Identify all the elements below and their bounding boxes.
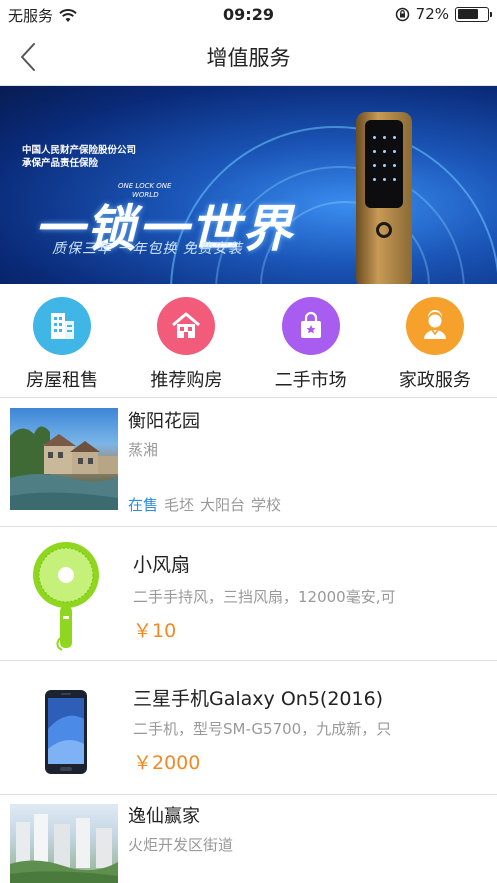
list-item[interactable]: 衡阳花园 蒸湘 在售 毛坯 大阳台 学校 [0, 399, 497, 527]
item-location: 蒸湘 [128, 441, 159, 459]
item-title: 三星手机Galaxy On5(2016) [133, 688, 384, 710]
category-house-rental[interactable]: 房屋租售 [0, 284, 124, 397]
house-icon [157, 297, 216, 355]
smart-lock-image [356, 112, 412, 284]
banner-company-line2: 承保产品责任保险 [22, 158, 99, 169]
category-recommended-homes[interactable]: 推荐购房 [124, 284, 248, 397]
item-description: 二手机，型号SM-G5700，九成新，只 [133, 720, 392, 738]
villa-photo [10, 426, 118, 510]
promo-banner[interactable]: 中国人民财产保险股份公司 承保产品责任保险 ONE LOCK ONE WORLD… [0, 86, 497, 284]
lock-fingerprint-sensor [376, 222, 392, 238]
property-thumbnail [10, 804, 118, 883]
apartment-photo [10, 814, 118, 883]
nav-bar: 增值服务 [0, 28, 497, 86]
item-price: ￥2000 [133, 752, 201, 774]
shopping-bag-icon [281, 297, 340, 355]
category-label: 房屋租售 [26, 370, 99, 391]
smartphone-photo [45, 690, 87, 774]
handheld-fan-photo [33, 542, 99, 651]
list-item[interactable]: 逸仙赢家 火炬开发区街道 [0, 796, 497, 883]
lock-keypad [365, 120, 403, 208]
fan-thumbnail [26, 538, 106, 652]
battery-level [457, 9, 479, 19]
status-tag: 在售 [128, 496, 159, 514]
property-thumbnail [10, 408, 118, 510]
housekeeper-icon [405, 297, 464, 355]
category-label: 推荐购房 [150, 370, 223, 391]
page-title: 增值服务 [206, 46, 291, 70]
item-title: 小风扇 [133, 554, 191, 576]
battery-icon [455, 6, 492, 22]
feature-tag: 毛坯 [164, 496, 195, 514]
category-label: 二手市场 [274, 370, 347, 391]
item-location: 火炬开发区街道 [128, 836, 234, 854]
list-item[interactable]: 三星手机Galaxy On5(2016) 二手机，型号SM-G5700，九成新，… [0, 662, 497, 795]
category-label: 家政服务 [398, 370, 471, 391]
item-title: 衡阳花园 [128, 411, 200, 432]
building-icon [33, 297, 92, 355]
status-right: 72% [395, 5, 492, 23]
feature-tag: 大阳台 [200, 496, 246, 514]
list-item[interactable]: 小风扇 二手手持风，三挡风扇，12000毫安,可 ￥10 [0, 528, 497, 661]
banner-company: 中国人民财产保险股份公司 承保产品责任保险 [22, 144, 136, 170]
feature-tag: 学校 [251, 496, 282, 514]
item-title: 逸仙赢家 [128, 806, 200, 827]
battery-percent: 72% [415, 5, 449, 23]
status-bar: 无服务 09:29 72% [0, 0, 497, 28]
banner-company-line1: 中国人民财产保险股份公司 [22, 145, 137, 156]
rotation-lock-icon [395, 7, 409, 21]
phone-thumbnail [44, 689, 88, 775]
banner-slogan: 质保三年 一年包换 免费安装 [52, 241, 243, 257]
category-housekeeping[interactable]: 家政服务 [373, 284, 497, 397]
item-description: 二手手持风，三挡风扇，12000毫安,可 [133, 588, 396, 606]
category-bar: 房屋租售 推荐购房 二手市场 家政服务 [0, 284, 497, 398]
category-second-hand[interactable]: 二手市场 [249, 284, 373, 397]
item-tags: 在售 毛坯 大阳台 学校 [128, 494, 281, 515]
item-price: ￥10 [133, 620, 177, 642]
